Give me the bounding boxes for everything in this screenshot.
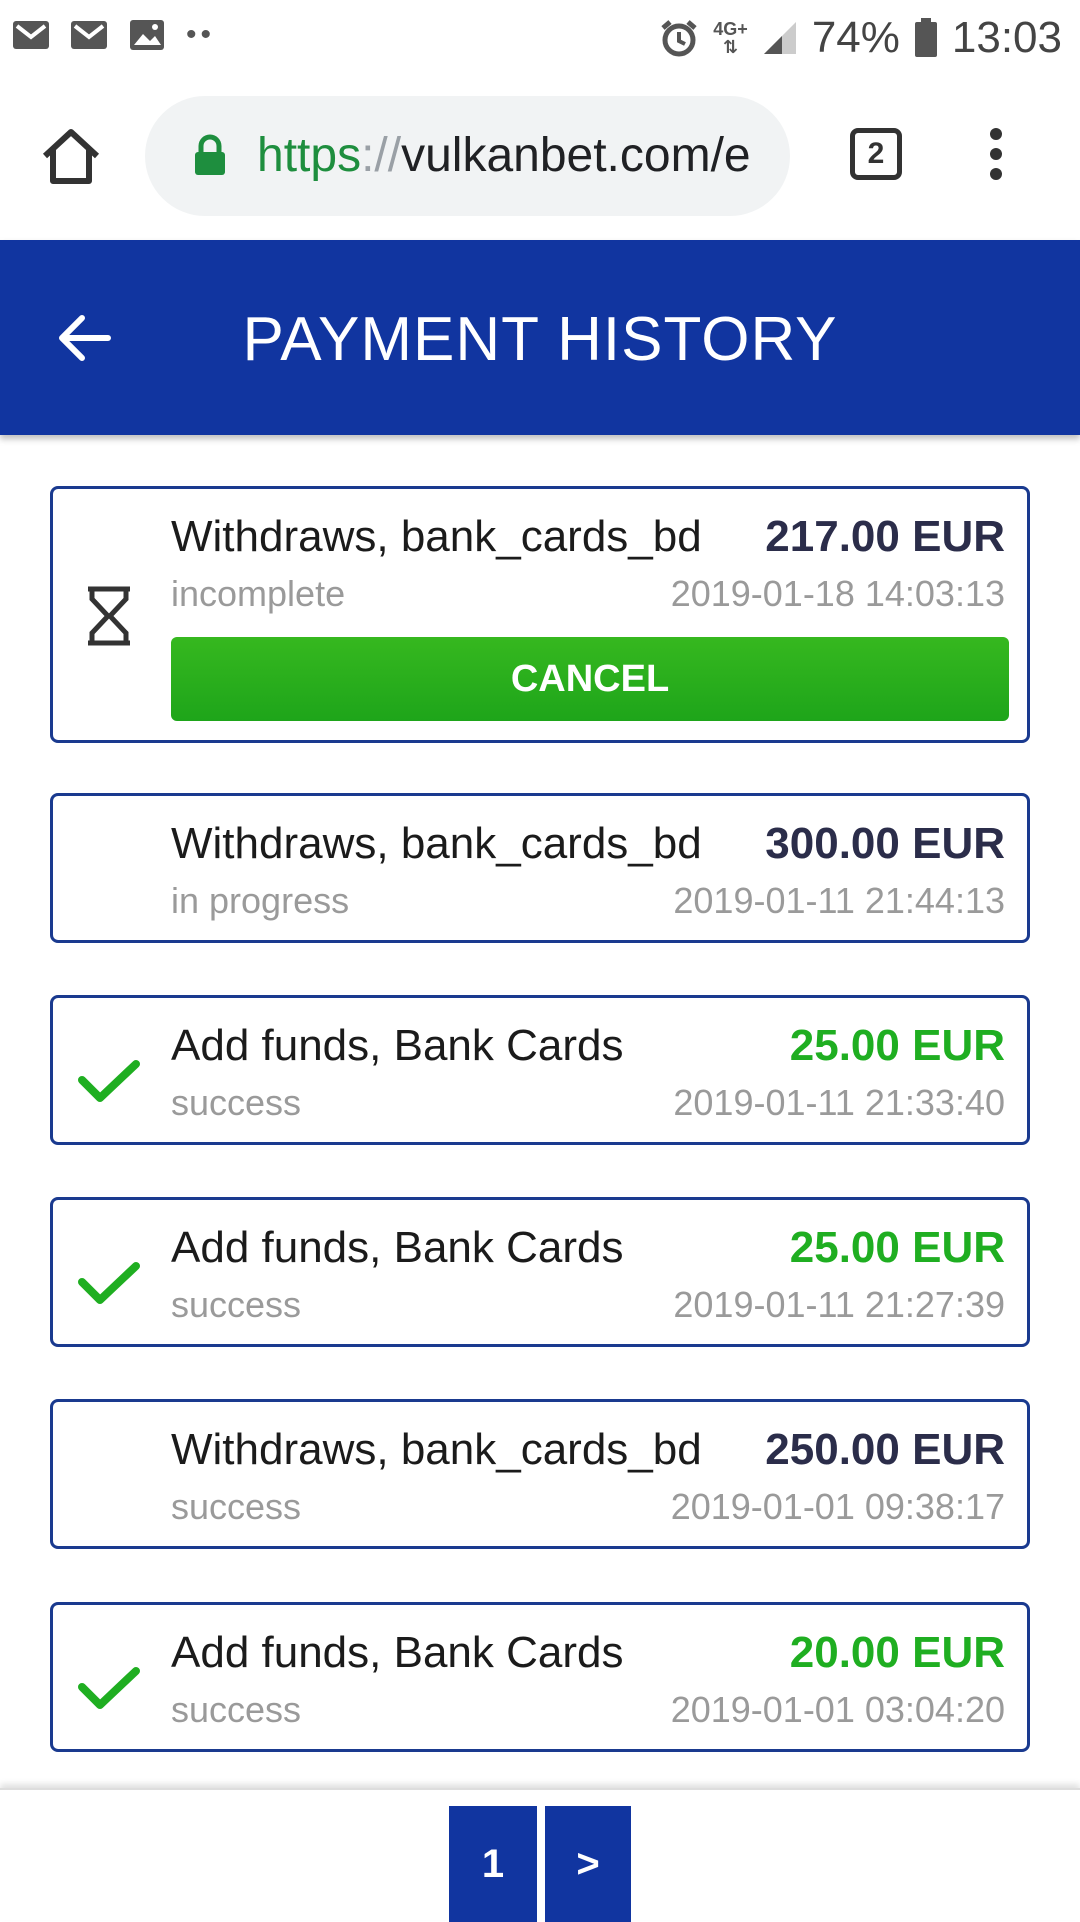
data-arrows-icon: ⇅ [723, 37, 739, 57]
page-header: PAYMENT HISTORY [0, 240, 1080, 435]
clock: 13:03 [951, 13, 1062, 62]
transaction-status: success [171, 1486, 302, 1527]
transaction-date: 2019-01-11 21:44:13 [673, 880, 1005, 921]
transaction-date: 2019-01-11 21:33:40 [673, 1082, 1005, 1123]
page-1-button[interactable]: 1 [449, 1806, 537, 1922]
transaction-title: Add funds, Bank Cards [171, 1628, 624, 1677]
transaction-date: 2019-01-18 14:03:13 [670, 573, 1005, 614]
system-status: 4G+ ⇅ 74% 13:03 [659, 12, 1062, 64]
transaction-status: success [171, 1689, 302, 1730]
transaction-card: Add funds, Bank Cards 20.00 EUR success 201… [50, 1602, 1030, 1752]
transaction-date: 2019-01-11 21:27:39 [673, 1284, 1005, 1325]
transaction-card: Withdraws, bank_cards_bd 250.00 EUR succes… [50, 1399, 1030, 1549]
transaction-card: Withdraws, bank_cards_bd 217.00 EUR incomp… [50, 486, 1030, 743]
transaction-card: Add funds, Bank Cards 25.00 EUR success 201… [50, 1197, 1030, 1347]
transaction-status: in progress [171, 880, 350, 921]
transaction-amount: 20.00 EUR [789, 1628, 1005, 1677]
gmail-icon [13, 21, 49, 49]
hourglass-icon [78, 579, 140, 646]
browser-toolbar: https://vulkanbet.com/e 2 [0, 76, 1080, 240]
signal-icon [763, 22, 796, 54]
checkmark-icon [78, 1655, 140, 1717]
transaction-title: Withdraws, bank_cards_bd [171, 819, 702, 868]
url-scheme: https [257, 129, 362, 182]
transaction-amount: 250.00 EUR [765, 1425, 1005, 1474]
pagination-bar: 1 > [0, 1788, 1080, 1922]
transaction-date: 2019-01-01 03:04:20 [670, 1689, 1005, 1730]
transaction-card: Withdraws, bank_cards_bd 300.00 EUR in pro… [50, 793, 1030, 943]
overflow-menu-icon[interactable] [984, 128, 1008, 184]
transaction-card: Add funds, Bank Cards 25.00 EUR success 201… [50, 995, 1030, 1145]
cancel-button[interactable]: CANCEL [171, 637, 1009, 721]
alarm-icon [661, 20, 697, 57]
url-separator: :// [361, 129, 402, 182]
transaction-title: Withdraws, bank_cards_bd [171, 512, 702, 561]
transaction-status: success [171, 1082, 302, 1123]
url-text[interactable]: https://vulkanbet.com/e [257, 128, 762, 184]
transaction-title: Add funds, Bank Cards [171, 1223, 624, 1272]
lock-icon [195, 134, 225, 175]
gmail-icon [71, 21, 107, 49]
transaction-status: success [171, 1284, 302, 1325]
transaction-amount: 25.00 EUR [789, 1021, 1005, 1070]
status-bar: •• 4G+ ⇅ 74% 13:03 [0, 0, 1080, 76]
network-type: 4G+ [713, 19, 748, 39]
transaction-amount: 25.00 EUR [789, 1223, 1005, 1272]
transaction-date: 2019-01-01 09:38:17 [670, 1486, 1005, 1527]
network-indicator: 4G+ ⇅ [713, 20, 748, 56]
checkmark-icon [78, 1048, 140, 1110]
tab-switcher-button[interactable]: 2 [850, 128, 902, 180]
transaction-amount: 217.00 EUR [765, 512, 1005, 561]
address-bar[interactable]: https://vulkanbet.com/e [145, 96, 790, 216]
checkmark-icon [78, 1250, 140, 1312]
page-title: PAYMENT HISTORY [242, 305, 838, 374]
battery-icon [914, 18, 937, 57]
transaction-title: Add funds, Bank Cards [171, 1021, 624, 1070]
battery-percent: 74% [811, 13, 900, 62]
next-page-button[interactable]: > [545, 1806, 631, 1922]
transaction-title: Withdraws, bank_cards_bd [171, 1425, 702, 1474]
notification-icons: •• [12, 18, 215, 52]
home-icon[interactable] [40, 126, 102, 186]
transaction-amount: 300.00 EUR [765, 819, 1005, 868]
url-host: vulkanbet.com/e [401, 129, 751, 182]
transaction-status: incomplete [171, 573, 346, 614]
gallery-icon [130, 20, 164, 50]
more-notifications-dots: •• [186, 18, 216, 51]
